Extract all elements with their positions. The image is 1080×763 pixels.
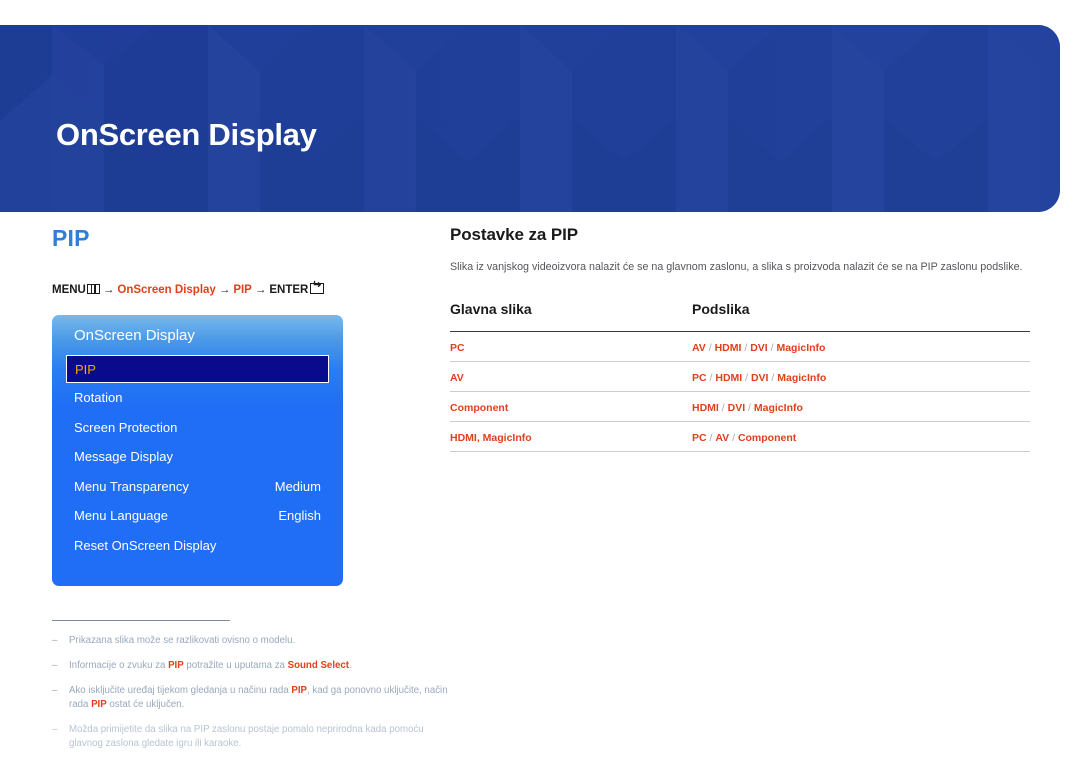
table-body: PC AV / HDMI / DVI / MagicInfo AV PC / HDMI… bbox=[450, 332, 1030, 452]
table-header-row: Glavna slika Podslika bbox=[450, 301, 1030, 332]
breadcrumb-arrow-2: → bbox=[218, 284, 231, 296]
subsection-title: Postavke za PIP bbox=[450, 225, 578, 244]
table-cell-main-picture: Component bbox=[450, 401, 509, 414]
sub-picture-source: DVI bbox=[750, 341, 768, 354]
osd-menu-mock: OnScreen Display PIP Rotation Screen Prote… bbox=[52, 315, 343, 586]
source-separator: / bbox=[718, 401, 728, 414]
osd-menu-item-message-display[interactable]: Message Display bbox=[52, 442, 343, 472]
footnotes: Prikazana slika može se razlikovati ovis… bbox=[52, 620, 452, 762]
sub-picture-source: HDMI bbox=[714, 341, 742, 354]
sub-picture-source: DVI bbox=[727, 401, 746, 414]
osd-item-label: Message Display bbox=[74, 449, 173, 465]
table-cell-main-picture: PC bbox=[450, 341, 465, 354]
sub-picture-source: Component bbox=[737, 431, 797, 444]
page-title: OnScreen Display bbox=[56, 117, 317, 152]
footnote-text: Možda primijetite da slika na PIP zaslon… bbox=[69, 724, 424, 749]
table-row: HDMI, MagicInfo PC / AV / Component bbox=[450, 422, 1030, 452]
sub-picture-source: AV bbox=[715, 431, 730, 444]
breadcrumb-step-onscreen-display: OnScreen Display bbox=[117, 284, 216, 296]
footnote-text: Ako isključite uređaj tijekom gledanja u… bbox=[69, 685, 292, 696]
footnote-text: Prikazana slika može se razlikovati ovis… bbox=[69, 635, 296, 646]
sub-picture-source: MagicInfo bbox=[777, 371, 827, 384]
footnote-text: potražite u uputama za bbox=[183, 660, 288, 671]
left-column: PIP MENU→OnScreen Display→PIP→ENTER OnSc… bbox=[52, 225, 452, 586]
source-separator: / bbox=[705, 341, 715, 354]
osd-menu-item-reset-onscreen-display[interactable]: Reset OnScreen Display bbox=[52, 531, 343, 561]
osd-item-value: Medium bbox=[274, 478, 321, 494]
sub-picture-source: PC bbox=[692, 371, 707, 384]
osd-item-value: English bbox=[278, 508, 321, 524]
sub-picture-source: PC bbox=[692, 431, 707, 444]
footnote-item: Prikazana slika može se razlikovati ovis… bbox=[52, 634, 452, 648]
osd-item-label: Menu Transparency bbox=[74, 478, 189, 494]
table-row: PC AV / HDMI / DVI / MagicInfo bbox=[450, 332, 1030, 362]
breadcrumb-menu-label: MENU bbox=[52, 284, 86, 296]
footnote-item: Ako isključite uređaj tijekom gledanja u… bbox=[52, 684, 452, 712]
source-separator: / bbox=[741, 341, 751, 354]
osd-item-label: Menu Language bbox=[74, 508, 168, 524]
table-cell-main-picture: AV bbox=[450, 371, 464, 384]
table-row: AV PC / HDMI / DVI / MagicInfo bbox=[450, 362, 1030, 392]
osd-menu-item-menu-language[interactable]: Menu Language English bbox=[52, 501, 343, 531]
table-header-main-picture: Glavna slika bbox=[450, 301, 532, 317]
table-cell-sub-picture: HDMI / DVI / MagicInfo bbox=[692, 402, 803, 414]
table-header-sub-picture: Podslika bbox=[692, 301, 750, 317]
sub-picture-source: DVI bbox=[750, 371, 769, 384]
osd-menu-item-rotation[interactable]: Rotation bbox=[52, 383, 343, 413]
page-root: OnScreen Display PIP MENU → OnScreen Displ… bbox=[0, 0, 1080, 763]
sub-picture-source: AV bbox=[692, 341, 706, 354]
footnote-accent-term: PIP bbox=[91, 699, 107, 710]
section-title: PIP bbox=[52, 225, 90, 251]
source-separator: / bbox=[768, 371, 778, 384]
osd-item-label: PIP bbox=[75, 361, 96, 377]
breadcrumb-arrow-1: → bbox=[102, 284, 115, 296]
right-column: Postavke za PIP Slika iz vanjskog videoi… bbox=[450, 225, 1030, 452]
table-cell-sub-picture: PC / AV / Component bbox=[692, 432, 796, 444]
osd-menu-item-screen-protection[interactable]: Screen Protection bbox=[52, 413, 343, 443]
footnotes-body: Prikazana slika može se razlikovati ovis… bbox=[52, 634, 452, 751]
osd-menu-list: PIP Rotation Screen Protection Message Disp… bbox=[52, 355, 343, 560]
page-header-banner: OnScreen Display bbox=[0, 25, 1060, 212]
osd-menu-item-pip[interactable]: PIP bbox=[66, 355, 329, 383]
osd-menu-title: OnScreen Display bbox=[74, 327, 195, 344]
table-cell-main-picture: HDMI, MagicInfo bbox=[450, 431, 532, 444]
sub-picture-source: HDMI bbox=[715, 371, 743, 384]
table-cell-sub-picture: AV / HDMI / DVI / MagicInfo bbox=[692, 342, 825, 354]
breadcrumb-arrow-3: → bbox=[254, 284, 267, 296]
footnotes-divider bbox=[52, 620, 230, 621]
footnote-text: Informacije o zvuku za bbox=[69, 660, 169, 671]
footnote-accent-term: PIP bbox=[168, 660, 184, 671]
source-separator: / bbox=[742, 371, 751, 384]
table-cell-sub-picture: PC / HDMI / DVI / MagicInfo bbox=[692, 372, 826, 384]
footnote-accent-term: Sound Select bbox=[287, 660, 350, 671]
sub-picture-source: MagicInfo bbox=[753, 401, 803, 414]
osd-item-label: Rotation bbox=[74, 390, 123, 406]
breadcrumb-enter-label: ENTER bbox=[269, 284, 309, 296]
sub-picture-source: HDMI bbox=[692, 401, 719, 414]
footnote-item: Možda primijetite da slika na PIP zaslon… bbox=[52, 723, 452, 751]
osd-item-label: Screen Protection bbox=[74, 419, 178, 435]
sub-picture-source: MagicInfo bbox=[776, 341, 826, 354]
subsection-description: Slika iz vanjskog videoizvora nalazit će… bbox=[450, 261, 1023, 273]
table-row: Component HDMI / DVI / MagicInfo bbox=[450, 392, 1030, 422]
source-separator: / bbox=[745, 401, 754, 414]
footnote-text: . bbox=[349, 660, 352, 671]
pip-source-table: Glavna slika Podslika PC AV / HDMI / DVI … bbox=[450, 301, 1030, 452]
osd-menu-item-menu-transparency[interactable]: Menu Transparency Medium bbox=[52, 472, 343, 502]
source-separator: / bbox=[729, 431, 738, 444]
footnote-text: ostat će uključen. bbox=[106, 699, 185, 710]
breadcrumb-step-pip: PIP bbox=[233, 284, 252, 296]
enter-return-icon bbox=[310, 283, 325, 294]
breadcrumb: MENU → OnScreen Display → PIP → ENTER bbox=[52, 283, 452, 297]
osd-item-label: Reset OnScreen Display bbox=[74, 537, 217, 553]
footnote-item: Informacije o zvuku za PIP potražite u u… bbox=[52, 659, 452, 673]
footnote-accent-term: PIP bbox=[291, 685, 308, 696]
menu-bars-icon bbox=[86, 284, 100, 294]
